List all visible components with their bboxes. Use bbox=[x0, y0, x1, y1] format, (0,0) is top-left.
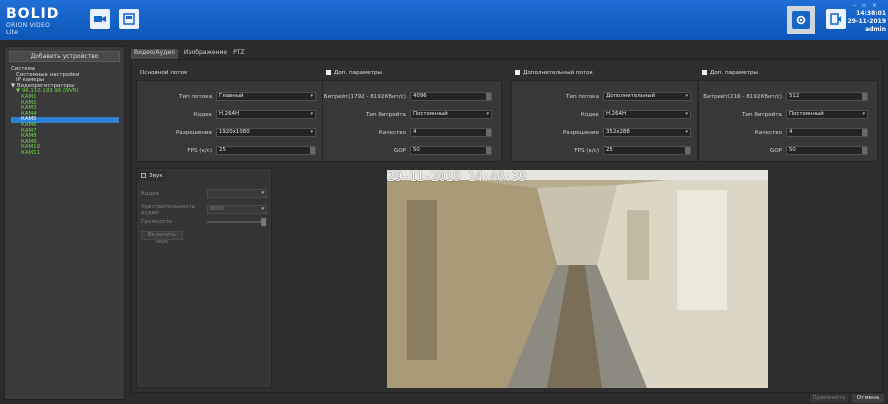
chevron-down-icon: ▾ bbox=[486, 111, 489, 117]
bitrate-type-label: Тип битрейта bbox=[365, 111, 406, 118]
sub-bitrate-type-label: Тип битрейта bbox=[741, 111, 782, 118]
fps-input[interactable]: 25 bbox=[216, 146, 316, 155]
tree-item[interactable]: КАМ11 bbox=[11, 150, 125, 157]
sub-gop-label: GOP bbox=[769, 147, 782, 154]
gop-label: GOP bbox=[393, 147, 406, 154]
tab-video-audio[interactable]: Видео/Аудио bbox=[131, 49, 178, 59]
stream-type-select[interactable]: Главный ▾ bbox=[216, 92, 316, 101]
main-stream-header: Основной поток bbox=[136, 68, 192, 78]
enable-sound-button[interactable]: Включить звук bbox=[141, 231, 183, 245]
chevron-down-icon: ▾ bbox=[261, 190, 264, 196]
volume-slider[interactable] bbox=[207, 217, 266, 226]
archive-button[interactable] bbox=[119, 9, 139, 29]
logo-sub-text: ORION VIDEO Lite bbox=[6, 22, 51, 36]
resolution-label: Разрешение bbox=[175, 129, 212, 136]
logo-main-text: BOLID bbox=[6, 6, 60, 22]
settings-button[interactable] bbox=[787, 6, 815, 34]
stream-type-label: Тип потока bbox=[178, 93, 212, 100]
exit-icon bbox=[830, 13, 841, 25]
sub-stream-type-label: Тип потока bbox=[565, 93, 599, 100]
bitrate-input[interactable]: 4096 bbox=[410, 92, 492, 101]
stepper-icon bbox=[862, 93, 867, 100]
clock-time: 14:38:01 bbox=[856, 10, 886, 17]
audio-codec-label: Кодек bbox=[141, 190, 160, 197]
codec-label: Кодек bbox=[193, 111, 212, 118]
add-device-button[interactable]: Добавить устройство bbox=[9, 51, 120, 62]
gop-input[interactable]: 50 bbox=[410, 146, 492, 155]
cameras-button[interactable] bbox=[90, 9, 110, 29]
sub-bitrate-input[interactable]: 512 bbox=[786, 92, 868, 101]
resolution-select[interactable]: 1920x1080 ▾ bbox=[216, 128, 316, 137]
audio-sensitivity-label: Чувствительность аудио bbox=[141, 203, 195, 216]
sub-extra-header[interactable]: Доп. параметры bbox=[698, 68, 762, 78]
sub-fps-label: FPS (к/с) bbox=[574, 147, 599, 154]
sub-stream-header[interactable]: Дополнительный поток bbox=[511, 68, 597, 78]
chevron-down-icon: ▾ bbox=[685, 129, 688, 135]
video-preview: 29-11-2019 14:46:39 bbox=[387, 170, 768, 388]
quality-label: Качество bbox=[378, 129, 406, 136]
bitrate-label: Битрейт(1792 - 8192Кбит/с) bbox=[323, 93, 406, 100]
chevron-down-icon: ▾ bbox=[685, 93, 688, 99]
gear-icon bbox=[796, 15, 806, 25]
codec-select[interactable]: H.264H ▾ bbox=[216, 110, 316, 119]
stepper-icon bbox=[862, 129, 867, 136]
device-tree: Система Системные настройки IP камеры ▼ Вид… bbox=[11, 66, 125, 157]
sub-gop-input[interactable]: 50 bbox=[786, 146, 868, 155]
stepper-icon bbox=[862, 147, 867, 154]
audio-codec-select[interactable]: ▾ bbox=[207, 189, 267, 198]
checkbox-icon bbox=[326, 70, 331, 75]
archive-icon bbox=[123, 13, 135, 25]
app-logo: BOLID ORION VIDEO Lite bbox=[6, 6, 64, 36]
audio-panel: Звук Кодек ▾ Чувствительность аудио 8000 ▾ … bbox=[136, 168, 272, 388]
chevron-down-icon: ▾ bbox=[310, 129, 313, 135]
quality-input[interactable]: 4 bbox=[410, 128, 492, 137]
video-timestamp: 29-11-2019 14:46:39 bbox=[387, 170, 527, 185]
sub-fps-input[interactable]: 25 bbox=[603, 146, 691, 155]
tab-image[interactable]: Изображение bbox=[184, 49, 227, 59]
clock-date: 29-11-2019 bbox=[847, 18, 886, 25]
audio-volume-label: Громкость bbox=[141, 218, 173, 225]
window-controls[interactable]: – ▫ × bbox=[853, 2, 879, 9]
sub-resolution-label: Разрешение bbox=[562, 129, 599, 136]
cancel-button[interactable]: Отмена bbox=[852, 394, 884, 403]
fps-label: FPS (к/с) bbox=[187, 147, 212, 154]
sub-quality-label: Качество bbox=[754, 129, 782, 136]
audio-header[interactable]: Звук bbox=[137, 171, 167, 181]
chevron-down-icon: ▾ bbox=[261, 206, 264, 212]
checkbox-icon bbox=[702, 70, 707, 75]
chevron-down-icon: ▾ bbox=[310, 93, 313, 99]
sub-quality-input[interactable]: 4 bbox=[786, 128, 868, 137]
stepper-icon bbox=[486, 93, 491, 100]
camera-icon bbox=[94, 16, 106, 22]
stepper-icon bbox=[486, 147, 491, 154]
sub-codec-select[interactable]: H.264H ▾ bbox=[603, 110, 691, 119]
slider-handle[interactable] bbox=[261, 217, 266, 226]
main-extra-header[interactable]: Доп. параметры bbox=[322, 68, 386, 78]
stepper-icon bbox=[486, 129, 491, 136]
logout-button[interactable] bbox=[826, 9, 846, 29]
checkbox-icon bbox=[141, 173, 146, 178]
top-bar: BOLID ORION VIDEO Lite – ▫ × 14:38:01 29… bbox=[0, 0, 888, 40]
corridor-image bbox=[387, 170, 768, 388]
current-user: admin bbox=[865, 26, 886, 33]
audio-sensitivity-select[interactable]: 8000 ▾ bbox=[207, 205, 267, 214]
stepper-icon bbox=[310, 147, 315, 154]
stepper-icon bbox=[685, 147, 690, 154]
sub-codec-label: Кодек bbox=[580, 111, 599, 118]
bitrate-type-select[interactable]: Постоянный ▾ bbox=[410, 110, 492, 119]
settings-tabs: Видео/Аудио Изображение PTZ bbox=[131, 49, 244, 59]
sub-stream-type-select[interactable]: Дополнительный ▾ bbox=[603, 92, 691, 101]
chevron-down-icon: ▾ bbox=[310, 111, 313, 117]
sub-bitrate-type-select[interactable]: Постоянный ▾ bbox=[786, 110, 868, 119]
sub-resolution-select[interactable]: 352x288 ▾ bbox=[603, 128, 691, 137]
chevron-down-icon: ▾ bbox=[862, 111, 865, 117]
checkbox-icon bbox=[515, 70, 520, 75]
chevron-down-icon: ▾ bbox=[685, 111, 688, 117]
apply-button[interactable]: Применить bbox=[810, 394, 848, 403]
sub-bitrate-label: Битрейт(216 - 8192Кбит/с) bbox=[703, 93, 782, 100]
tab-ptz[interactable]: PTZ bbox=[233, 49, 244, 59]
device-sidebar: Добавить устройство Система Системные нас… bbox=[4, 46, 125, 400]
clock: 14:38:01 29-11-2019 admin bbox=[848, 10, 886, 34]
